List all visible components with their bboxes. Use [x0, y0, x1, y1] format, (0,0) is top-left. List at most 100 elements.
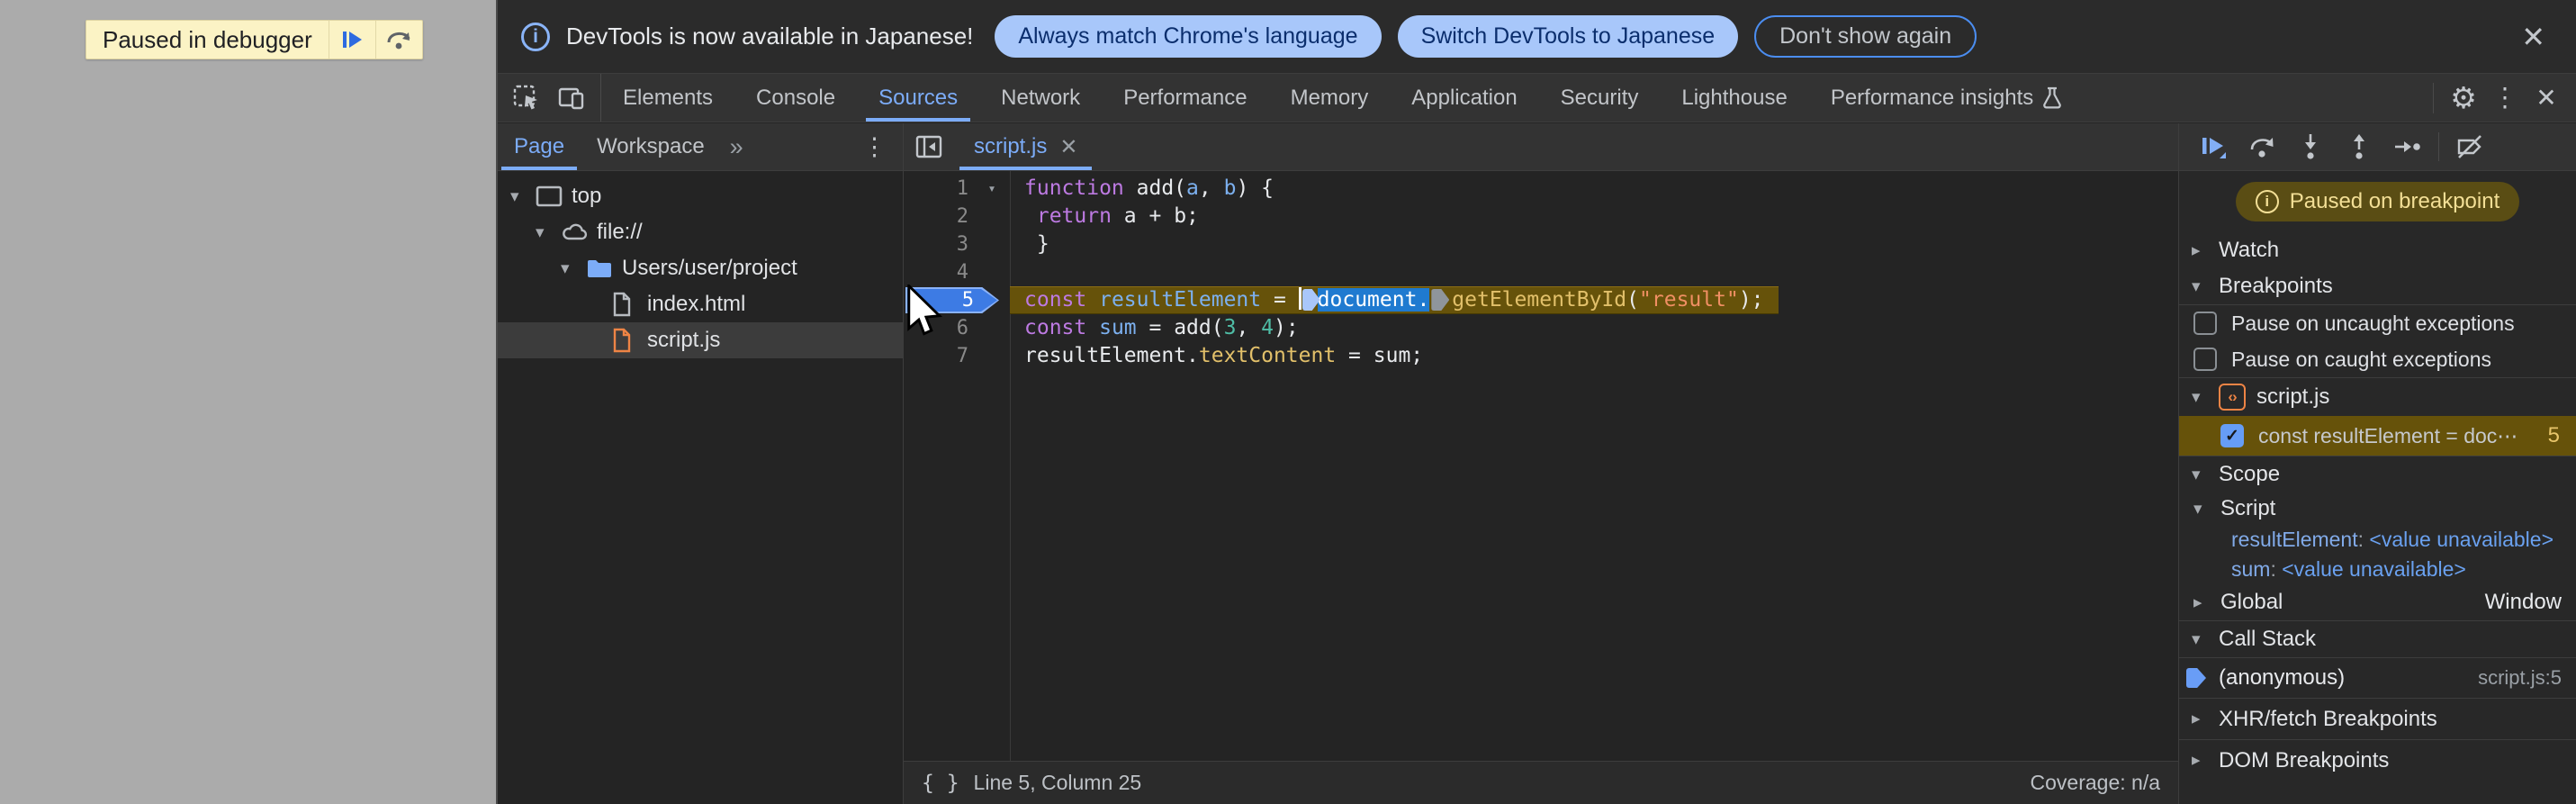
toggle-navigator-button[interactable]: [904, 123, 954, 170]
checkbox[interactable]: [2193, 348, 2217, 371]
tab-lighthouse[interactable]: Lighthouse: [1660, 74, 1808, 122]
code-text[interactable]: }: [1010, 230, 1049, 258]
checkbox[interactable]: [2193, 312, 2217, 335]
chevron-down-icon[interactable]: ▾: [510, 186, 536, 207]
close-devtools-icon[interactable]: ✕: [2526, 78, 2567, 118]
tab-memory[interactable]: Memory: [1269, 74, 1391, 122]
step-out-button[interactable]: [2336, 127, 2382, 167]
line-number[interactable]: 7: [904, 342, 974, 370]
code-line[interactable]: 3 }: [904, 230, 2178, 258]
tree-item-index-html[interactable]: index.html: [498, 286, 903, 322]
line-number[interactable]: 3: [904, 230, 974, 258]
fold-gutter: [974, 203, 1010, 230]
step-into-button[interactable]: [2287, 127, 2334, 167]
resume-icon: [2202, 138, 2226, 158]
code-line[interactable]: 6 const sum = add(3, 4);: [904, 314, 2178, 342]
code-text[interactable]: resultElement.textContent = sum;: [1010, 342, 1423, 370]
tab-security[interactable]: Security: [1539, 74, 1661, 122]
tab-sources[interactable]: Sources: [857, 74, 979, 122]
line-number[interactable]: 2: [904, 203, 974, 230]
file-navigator-pane: Page Workspace » ⋮ ▾ top ▾ file:// ▾ Use…: [498, 123, 904, 804]
chevron-down-icon: ▾: [2192, 465, 2201, 484]
fold-arrow-icon[interactable]: ▾: [974, 175, 1010, 203]
tree-item-file-protocol[interactable]: ▾ file://: [498, 214, 903, 250]
tab-elements[interactable]: Elements: [601, 74, 734, 122]
breakpoint-entry[interactable]: ✓ const resultElement = doc⋯ 5: [2179, 416, 2576, 456]
tab-performance[interactable]: Performance: [1102, 74, 1268, 122]
resume-button[interactable]: [2190, 127, 2237, 167]
code-line[interactable]: 4: [904, 258, 2178, 286]
chevron-down-icon[interactable]: ▾: [536, 222, 561, 243]
breakpoint-file-group[interactable]: ▾ ‹› script.js: [2179, 378, 2576, 416]
editor-tab-script-js[interactable]: script.js ✕: [959, 123, 1093, 170]
code-text[interactable]: [1010, 258, 1024, 286]
section-call-stack[interactable]: ▾ Call Stack: [2179, 621, 2576, 657]
call-stack-frame[interactable]: (anonymous) script.js:5: [2179, 658, 2576, 698]
code-area[interactable]: 1 ▾ function add(a, b) {2 return a + b; 3 }…: [904, 171, 2178, 761]
chevron-down-icon[interactable]: ▾: [561, 258, 586, 279]
line-number[interactable]: 4: [904, 258, 974, 286]
always-match-language-button[interactable]: Always match Chrome's language: [995, 15, 1382, 58]
folder-icon: [586, 257, 622, 279]
divider: [2438, 132, 2439, 161]
toolbar-left-icons: [498, 74, 601, 122]
line-number[interactable]: 1: [904, 175, 974, 203]
code-line[interactable]: 7 resultElement.textContent = sum;: [904, 342, 2178, 370]
scope-variable[interactable]: resultElement: <value unavailable>: [2179, 525, 2576, 555]
section-breakpoints[interactable]: ▾ Breakpoints: [2179, 268, 2576, 304]
settings-gear-icon[interactable]: ⚙: [2443, 78, 2484, 118]
code-text[interactable]: return a + b;: [1010, 203, 1199, 230]
section-watch[interactable]: ▸ Watch: [2179, 232, 2576, 268]
scope-variable[interactable]: sum: <value unavailable>: [2179, 555, 2576, 584]
section-scope[interactable]: ▾ Scope: [2179, 456, 2576, 492]
pause-caught-exceptions-option[interactable]: Pause on caught exceptions: [2179, 341, 2576, 377]
kebab-menu-icon[interactable]: ⋮: [2484, 78, 2526, 118]
line-number[interactable]: 6: [904, 314, 974, 342]
fold-gutter: [974, 342, 1010, 370]
code-line[interactable]: 1 ▾ function add(a, b) {: [904, 175, 2178, 203]
tab-network[interactable]: Network: [979, 74, 1102, 122]
code-text[interactable]: const sum = add(3, 4);: [1010, 314, 1299, 342]
code-text[interactable]: const resultElement = document. getElemen…: [1010, 286, 1779, 314]
tree-item-script-js[interactable]: script.js: [498, 322, 903, 358]
pause-uncaught-exceptions-option[interactable]: Pause on uncaught exceptions: [2179, 305, 2576, 341]
scope-script-group[interactable]: ▾ Script: [2179, 492, 2576, 525]
dont-show-again-button[interactable]: Don't show again: [1754, 15, 1977, 58]
tree-item-top[interactable]: ▾ top: [498, 178, 903, 214]
section-dom-breakpoints[interactable]: ▸ DOM Breakpoints: [2179, 740, 2576, 781]
tab-page[interactable]: Page: [498, 123, 581, 170]
fold-gutter: [974, 230, 1010, 258]
step-icon: [2395, 141, 2420, 152]
deactivate-breakpoints-button[interactable]: [2446, 127, 2493, 167]
close-tab-icon[interactable]: ✕: [1059, 134, 1077, 160]
breakpoint-checkbox[interactable]: ✓: [2220, 424, 2244, 447]
step-button[interactable]: [2384, 127, 2431, 167]
tab-performance-insights[interactable]: Performance insights: [1809, 74, 2084, 122]
chevron-down-icon: ▾: [2192, 276, 2201, 296]
resume-script-button[interactable]: [328, 21, 375, 59]
scope-global-group[interactable]: ▸ Global Window: [2179, 584, 2576, 620]
device-toolbar-icon: [558, 87, 584, 109]
paused-in-debugger-label: Paused in debugger: [103, 25, 312, 53]
navigator-kebab-menu-icon[interactable]: ⋮: [846, 123, 903, 170]
code-text[interactable]: function add(a, b) {: [1010, 175, 1274, 203]
tab-application[interactable]: Application: [1390, 74, 1538, 122]
section-xhr-breakpoints[interactable]: ▸ XHR/fetch Breakpoints: [2179, 699, 2576, 739]
more-tabs-icon[interactable]: »: [721, 123, 752, 170]
code-line[interactable]: 2 return a + b;: [904, 203, 2178, 230]
chevron-down-icon: ▾: [2192, 629, 2201, 649]
step-over-button[interactable]: [374, 21, 422, 59]
notification-close-icon[interactable]: ✕: [2514, 20, 2553, 54]
notification-message: DevTools is now available in Japanese!: [566, 23, 974, 50]
step-over-button[interactable]: [2238, 127, 2285, 167]
tree-item-project-folder[interactable]: ▾ Users/user/project: [498, 250, 903, 286]
tab-console[interactable]: Console: [734, 74, 857, 122]
toggle-device-toolbar-button[interactable]: [552, 80, 591, 116]
inspect-element-button[interactable]: [507, 80, 546, 116]
switch-to-japanese-button[interactable]: Switch DevTools to Japanese: [1397, 15, 1739, 58]
tab-workspace[interactable]: Workspace: [581, 123, 721, 170]
fold-gutter: [974, 258, 1010, 286]
pretty-print-icon[interactable]: { }: [922, 772, 959, 795]
code-line[interactable]: 55const resultElement = document.getElem…: [904, 286, 2178, 314]
continue-to-location-icon[interactable]: [1431, 289, 1450, 311]
